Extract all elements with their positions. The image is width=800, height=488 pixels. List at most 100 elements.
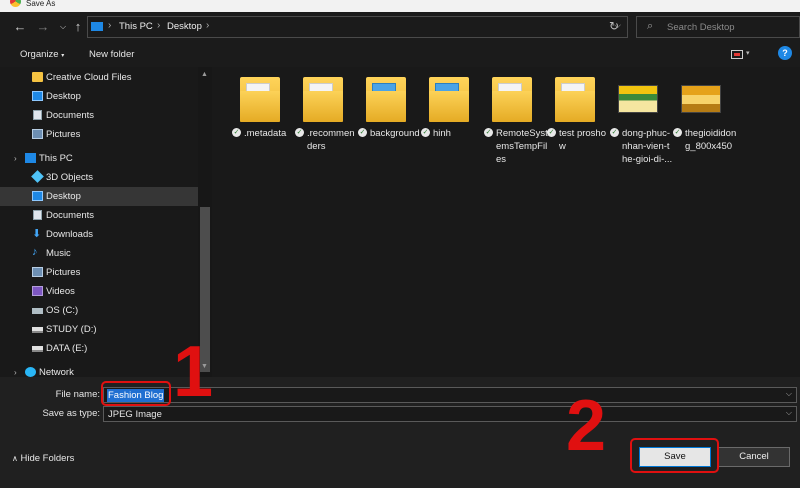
new-folder-button[interactable]: New folder <box>89 49 134 60</box>
file-item-metadata[interactable]: ✓ .metadata <box>228 77 290 187</box>
file-name-dropdown-icon[interactable]: ⌵ <box>786 389 792 399</box>
file-item-hinh[interactable]: ✓ hinh <box>417 77 479 187</box>
sidebar-item-pictures-quick[interactable]: Pictures <box>0 125 198 144</box>
expand-arrow-icon[interactable]: › <box>14 368 17 377</box>
sync-check-icon: ✓ <box>421 128 430 137</box>
forward-arrow-icon[interactable]: → <box>35 19 51 35</box>
sidebar-item-label: 3D Objects <box>46 172 93 183</box>
image-thumbnail <box>618 85 658 113</box>
hide-folders-button[interactable]: ∧ Hide Folders <box>12 453 74 464</box>
sidebar-item-study-d[interactable]: STUDY (D:) <box>0 320 198 339</box>
up-arrow-icon[interactable]: ↑ <box>70 19 86 35</box>
navigation-pane: Creative Cloud Files Desktop Documents P… <box>0 67 212 378</box>
breadcrumb-separator-icon[interactable]: › <box>206 20 209 31</box>
sidebar-item-label: Desktop <box>46 191 81 202</box>
chevron-up-icon: ∧ <box>12 454 18 463</box>
sidebar-item-label: DATA (E:) <box>46 343 88 354</box>
pictures-icon <box>32 267 43 277</box>
sidebar-item-documents-quick[interactable]: Documents <box>0 106 198 125</box>
file-item-remote-systems-temp-files[interactable]: ✓ RemoteSystemsTempFiles <box>480 77 548 187</box>
organize-label: Organize <box>20 49 59 60</box>
file-name: RemoteSystemsTempFiles <box>496 128 548 165</box>
documents-icon <box>33 210 42 220</box>
sidebar-scrollbar[interactable]: ▲ ▼ <box>198 67 212 377</box>
sidebar-item-3d-objects[interactable]: 3D Objects <box>0 168 198 187</box>
this-pc-icon <box>91 22 103 31</box>
annotation-step-1: 1 <box>173 332 214 412</box>
desktop-icon <box>32 191 43 201</box>
sync-check-icon: ✓ <box>673 128 682 137</box>
sidebar-item-label: Music <box>46 248 71 259</box>
folder-icon <box>492 77 532 122</box>
file-item-dong-phuc-image[interactable]: ✓ dong-phuc-nhan-vien-the-gioi-di-... <box>606 77 672 187</box>
network-icon <box>25 367 36 377</box>
sidebar-item-videos[interactable]: Videos <box>0 282 198 301</box>
sidebar-item-documents[interactable]: Documents <box>0 206 198 225</box>
file-name: thegioididong_800x450 <box>685 128 737 152</box>
window-title: Save As <box>26 0 56 8</box>
sidebar-item-label: Documents <box>46 210 95 221</box>
save-as-type-value: JPEG Image <box>108 409 162 420</box>
save-as-type-dropdown-icon[interactable]: ⌵ <box>786 408 792 418</box>
sidebar-item-data-e[interactable]: DATA (E:) <box>0 339 198 358</box>
drive-icon <box>32 346 43 352</box>
sidebar-item-label: Videos <box>46 286 75 297</box>
sidebar-item-music[interactable]: ♪ Music <box>0 244 198 263</box>
sidebar-item-pictures[interactable]: Pictures <box>0 263 198 282</box>
recent-locations-chevron-icon[interactable]: ⌵ <box>55 19 71 35</box>
sidebar-item-label: Pictures <box>46 267 81 278</box>
sidebar-item-os-c[interactable]: OS (C:) <box>0 301 198 320</box>
change-view-icon[interactable] <box>731 50 743 59</box>
annotation-step-2: 2 <box>566 386 607 466</box>
chrome-app-icon <box>10 0 21 7</box>
breadcrumb-separator-icon[interactable]: › <box>108 20 111 31</box>
file-item-test-proshow[interactable]: ✓ test proshow <box>543 77 606 187</box>
sidebar-item-label: STUDY (D:) <box>46 324 97 335</box>
refresh-icon[interactable]: ↻ <box>606 19 622 35</box>
drive-icon <box>32 308 43 314</box>
folder-icon <box>429 77 469 122</box>
file-name: hinh <box>433 128 451 139</box>
file-name: dong-phuc-nhan-vien-the-gioi-di-... <box>622 128 673 165</box>
view-options-dropdown-icon[interactable]: ▾ <box>746 49 750 57</box>
sidebar-item-desktop-quick[interactable]: Desktop <box>0 87 198 106</box>
title-bar: Save As <box>0 0 800 12</box>
search-icon: ⌕ <box>647 20 654 32</box>
breadcrumb-separator-icon[interactable]: › <box>157 20 160 31</box>
folder-icon <box>32 72 43 82</box>
image-thumbnail <box>681 85 721 113</box>
file-item-thegioididong-image[interactable]: ✓ thegioididong_800x450 <box>669 77 736 187</box>
address-bar[interactable]: › This PC › Desktop › ⌵ <box>87 16 628 38</box>
sidebar-item-this-pc[interactable]: › This PC <box>0 149 198 168</box>
drive-icon <box>32 327 43 333</box>
sidebar-item-label: This PC <box>39 153 73 164</box>
sync-check-icon: ✓ <box>295 128 304 137</box>
expand-arrow-icon[interactable]: › <box>14 154 17 163</box>
file-name: .metadata <box>244 128 287 139</box>
organize-button[interactable]: Organize ▾ <box>20 49 64 60</box>
sidebar-item-label: Creative Cloud Files <box>46 72 132 83</box>
sidebar-item-desktop[interactable]: Desktop <box>0 187 198 206</box>
back-arrow-icon[interactable]: ← <box>12 19 28 35</box>
pc-icon <box>25 153 36 163</box>
downloads-icon: ⬇ <box>32 228 42 240</box>
help-icon[interactable]: ? <box>778 46 792 60</box>
file-list: ✓ .metadata ✓ .recommenders ✓ background… <box>212 67 800 377</box>
file-item-background[interactable]: ✓ background <box>354 77 420 187</box>
search-box[interactable]: ⌕ <box>636 16 800 38</box>
scroll-up-icon[interactable]: ▲ <box>201 71 208 78</box>
file-item-recommenders[interactable]: ✓ .recommenders <box>291 77 355 187</box>
documents-icon <box>33 110 42 120</box>
search-input[interactable] <box>667 20 792 34</box>
sidebar-item-creative-cloud-files[interactable]: Creative Cloud Files <box>0 68 198 87</box>
sidebar-item-label: OS (C:) <box>46 305 79 316</box>
breadcrumb-desktop[interactable]: Desktop <box>167 21 202 32</box>
breadcrumb-this-pc[interactable]: This PC <box>119 21 153 32</box>
pictures-icon <box>32 129 43 139</box>
cancel-button[interactable]: Cancel <box>718 447 790 467</box>
videos-icon <box>32 286 43 296</box>
annotation-highlight-save <box>630 438 719 473</box>
file-name-label: File name: <box>55 389 100 400</box>
sidebar-item-label: Downloads <box>46 229 93 240</box>
sidebar-item-downloads[interactable]: ⬇ Downloads <box>0 225 198 244</box>
